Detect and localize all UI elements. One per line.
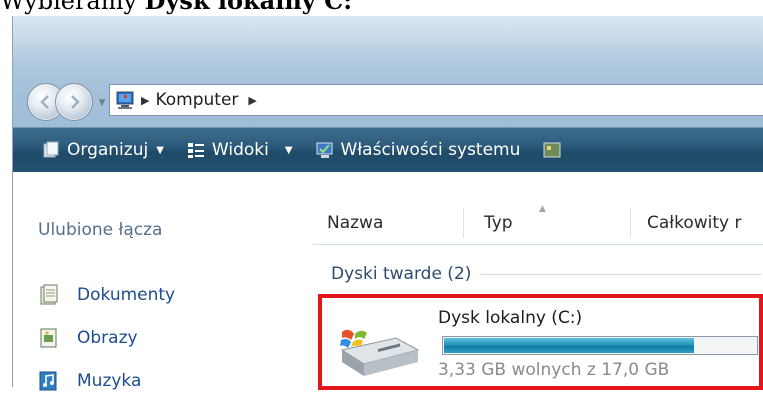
favorite-links-heading: Ulubione łącza (38, 220, 163, 240)
system-properties-icon (315, 140, 335, 160)
system-properties-button[interactable]: Właściwości systemu (315, 140, 521, 160)
navigation-pane: Ulubione łącza Dokumenty Obrazy Muzyka (13, 172, 313, 391)
address-bar[interactable]: ▶ Komputer ▶ (109, 84, 763, 116)
local-disk-c-item[interactable]: Dysk lokalny (C:) 3,33 GB wolnych z 17,0… (318, 294, 763, 390)
views-label: Widoki (211, 140, 269, 160)
organize-icon (41, 140, 61, 160)
command-toolbar: Organizuj ▼ Widoki ▼ Właściwości systemu (13, 127, 763, 172)
organize-label: Organizuj (67, 140, 149, 160)
sidebar-item-music[interactable]: Muzyka (38, 370, 141, 392)
sidebar-item-pictures[interactable]: Obrazy (38, 327, 138, 349)
column-header-name[interactable]: Nazwa (327, 202, 383, 244)
control-panel-icon (542, 140, 562, 160)
views-button[interactable]: Widoki ▼ (186, 140, 293, 160)
sidebar-item-documents[interactable]: Dokumenty (38, 284, 175, 306)
explorer-window: ▼ ▶ Komputer ▶ Organizuj ▼ Widoki ▼ Właś… (12, 16, 763, 391)
views-dropdown-icon: ▼ (284, 144, 293, 156)
hard-drive-icon (334, 320, 424, 384)
drive-free-space: 3,33 GB wolnych z 17,0 GB (438, 360, 670, 380)
control-panel-button[interactable] (542, 140, 568, 160)
documents-icon (38, 284, 60, 306)
sidebar-item-label: Obrazy (77, 328, 138, 348)
column-divider[interactable] (630, 208, 631, 238)
sort-ascending-icon: ▲ (539, 204, 546, 214)
caption-bold: Dysk lokalny C: (144, 0, 353, 15)
group-header-hard-drives[interactable]: Dyski twarde (2) (331, 264, 761, 284)
drive-name: Dysk lokalny (C:) (438, 308, 583, 328)
breadcrumb-computer[interactable]: Komputer (155, 90, 238, 110)
file-list-pane: Nazwa Typ ▲ Całkowity r Dyski twarde (2) (313, 172, 763, 390)
forward-arrow-icon (71, 95, 80, 109)
drive-usage-bar (442, 336, 758, 355)
breadcrumb-chevron-icon[interactable]: ▶ (248, 94, 256, 107)
breadcrumb-separator-icon[interactable]: ▶ (141, 94, 149, 107)
column-header-type[interactable]: Typ (484, 202, 513, 244)
column-header-total-size[interactable]: Całkowity r (647, 202, 742, 244)
system-properties-label: Właściwości systemu (340, 140, 521, 160)
back-arrow-icon (40, 95, 49, 109)
column-header-row: Nazwa Typ ▲ Całkowity r (313, 202, 763, 245)
organize-dropdown-icon: ▼ (156, 144, 164, 156)
group-header-label: Dyski twarde (2) (331, 264, 472, 284)
sidebar-item-label: Dokumenty (77, 285, 176, 305)
recent-pages-dropdown[interactable]: ▼ (97, 98, 107, 108)
forward-button[interactable] (55, 83, 93, 121)
computer-icon (115, 90, 137, 110)
caption-prefix: Wybieramy (0, 0, 145, 15)
organize-button[interactable]: Organizuj ▼ (41, 140, 164, 160)
pictures-icon (38, 327, 60, 349)
sidebar-item-label: Muzyka (77, 371, 142, 391)
instruction-caption: Wybieramy Dysk lokalny C: (0, 0, 763, 16)
column-divider[interactable] (463, 208, 464, 238)
group-divider (481, 273, 761, 275)
views-icon (186, 140, 206, 160)
drive-usage-fill (444, 338, 695, 353)
music-icon (38, 370, 60, 392)
